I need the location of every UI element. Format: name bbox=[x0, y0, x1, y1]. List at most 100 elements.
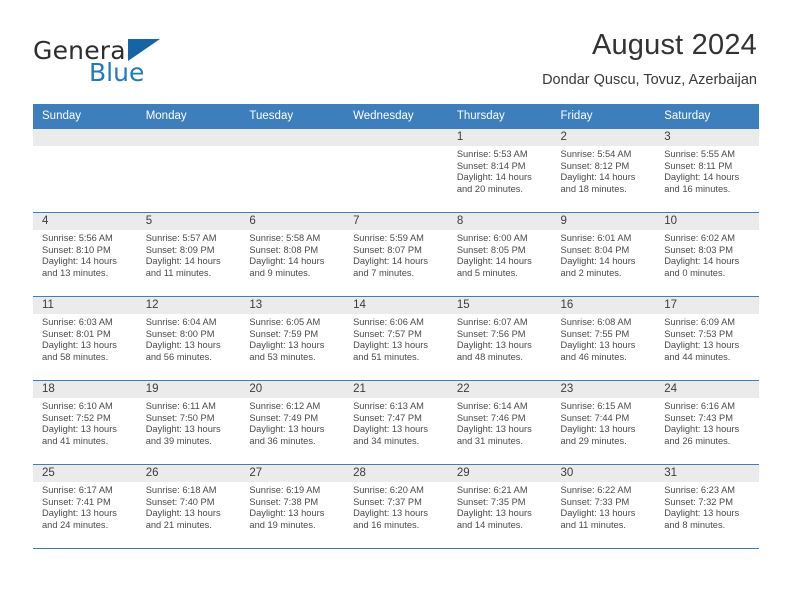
calendar-day-cell[interactable]: 13 Sunrise: 6:05 AM Sunset: 7:59 PM Dayligh… bbox=[240, 296, 345, 381]
calendar-day-cell[interactable]: 18 Sunrise: 6:10 AM Sunset: 7:52 PM Dayligh… bbox=[33, 380, 137, 465]
calendar-day-cell[interactable]: 11 Sunrise: 6:03 AM Sunset: 8:01 PM Dayligh… bbox=[33, 296, 137, 381]
day-cell-inner: 31 Sunrise: 6:23 AM Sunset: 7:32 PM Dayligh… bbox=[655, 465, 759, 548]
calendar-day-cell-empty bbox=[33, 129, 137, 213]
calendar-day-cell[interactable]: 4 Sunrise: 5:56 AM Sunset: 8:10 PM Daylight… bbox=[33, 212, 137, 297]
sunset-text: Sunset: 7:50 PM bbox=[145, 412, 215, 423]
daylight-text: Daylight: 13 hours and 31 minutes. bbox=[456, 424, 532, 446]
sunset-text: Sunset: 7:57 PM bbox=[353, 328, 422, 339]
daylight-text: Daylight: 13 hours and 16 minutes. bbox=[353, 508, 429, 530]
sunset-text: Sunset: 7:40 PM bbox=[145, 496, 215, 507]
sunrise-text: Sunrise: 5:54 AM bbox=[560, 149, 632, 159]
day-cell-inner: 18 Sunrise: 6:10 AM Sunset: 7:52 PM Dayligh… bbox=[33, 381, 137, 464]
sunrise-text: Sunrise: 6:19 AM bbox=[249, 485, 321, 495]
day-cell-inner: 24 Sunrise: 6:16 AM Sunset: 7:43 PM Dayligh… bbox=[655, 381, 759, 464]
daylight-text: Daylight: 14 hours and 20 minutes. bbox=[456, 172, 532, 194]
calendar-day-cell[interactable]: 14 Sunrise: 6:06 AM Sunset: 7:57 PM Dayligh… bbox=[344, 296, 448, 381]
sunset-text: Sunset: 7:47 PM bbox=[353, 412, 422, 423]
daylight-text: Daylight: 13 hours and 14 minutes. bbox=[456, 508, 532, 530]
page-title: August 2024 bbox=[591, 29, 757, 61]
general-blue-logo[interactable]: General Blue bbox=[33, 36, 223, 88]
daylight-text: Daylight: 13 hours and 51 minutes. bbox=[353, 340, 429, 362]
sunrise-text: Sunrise: 6:04 AM bbox=[145, 317, 217, 327]
sunset-text: Sunset: 8:11 PM bbox=[664, 160, 733, 171]
sunrise-text: Sunrise: 6:14 AM bbox=[456, 401, 528, 411]
calendar-day-cell[interactable]: 3 Sunrise: 5:55 AM Sunset: 8:11 PM Daylight… bbox=[655, 129, 759, 213]
sunrise-text: Sunrise: 5:59 AM bbox=[353, 233, 424, 243]
day-cell-inner: 12 Sunrise: 6:04 AM Sunset: 8:00 PM Dayligh… bbox=[136, 297, 241, 380]
sunset-text: Sunset: 8:14 PM bbox=[456, 160, 526, 171]
day-cell-inner: 20 Sunrise: 6:12 AM Sunset: 7:49 PM Dayligh… bbox=[240, 381, 345, 464]
day-number: 28 bbox=[344, 465, 448, 482]
day-cell-inner: 4 Sunrise: 5:56 AM Sunset: 8:10 PM Daylight… bbox=[33, 213, 137, 296]
day-number: 8 bbox=[447, 213, 552, 230]
calendar-week-row: 1 Sunrise: 5:53 AM Sunset: 8:14 PM Daylight… bbox=[33, 129, 759, 213]
daylight-text: Daylight: 13 hours and 21 minutes. bbox=[145, 508, 221, 530]
day-details: Sunrise: 5:56 AM Sunset: 8:10 PM Daylight:… bbox=[33, 230, 137, 279]
day-cell-inner: 25 Sunrise: 6:17 AM Sunset: 7:41 PM Dayligh… bbox=[33, 465, 137, 548]
page-header: General Blue August 2024 Dondar Quscu, T… bbox=[0, 0, 792, 100]
day-number: 10 bbox=[655, 213, 759, 230]
calendar-day-cell[interactable]: 28 Sunrise: 6:20 AM Sunset: 7:37 PM Dayligh… bbox=[344, 464, 448, 549]
calendar-day-cell[interactable]: 17 Sunrise: 6:09 AM Sunset: 7:53 PM Dayligh… bbox=[655, 296, 759, 381]
day-details: Sunrise: 6:12 AM Sunset: 7:49 PM Daylight:… bbox=[240, 398, 344, 447]
calendar-day-cell[interactable]: 30 Sunrise: 6:22 AM Sunset: 7:33 PM Dayligh… bbox=[551, 464, 656, 549]
calendar-day-cell[interactable]: 22 Sunrise: 6:14 AM Sunset: 7:46 PM Dayligh… bbox=[447, 380, 552, 465]
weekday-header-wednesday: Wednesday bbox=[344, 104, 448, 129]
day-details: Sunrise: 6:15 AM Sunset: 7:44 PM Daylight:… bbox=[552, 398, 656, 447]
calendar-day-cell[interactable]: 2 Sunrise: 5:54 AM Sunset: 8:12 PM Daylight… bbox=[551, 129, 656, 213]
calendar-week-row: 25 Sunrise: 6:17 AM Sunset: 7:41 PM Dayligh… bbox=[33, 464, 759, 549]
calendar-day-cell[interactable]: 20 Sunrise: 6:12 AM Sunset: 7:49 PM Dayligh… bbox=[240, 380, 345, 465]
calendar-day-cell[interactable]: 1 Sunrise: 5:53 AM Sunset: 8:14 PM Daylight… bbox=[447, 129, 552, 213]
sunset-text: Sunset: 7:41 PM bbox=[42, 496, 111, 507]
sunset-text: Sunset: 7:56 PM bbox=[456, 328, 526, 339]
daylight-text: Daylight: 13 hours and 53 minutes. bbox=[249, 340, 325, 362]
day-cell-inner: 8 Sunrise: 6:00 AM Sunset: 8:05 PM Daylight… bbox=[447, 213, 552, 296]
calendar-week-row: 18 Sunrise: 6:10 AM Sunset: 7:52 PM Dayligh… bbox=[33, 380, 759, 465]
day-number: 23 bbox=[551, 381, 656, 398]
calendar-day-cell[interactable]: 8 Sunrise: 6:00 AM Sunset: 8:05 PM Daylight… bbox=[447, 212, 552, 297]
sunrise-text: Sunrise: 6:11 AM bbox=[145, 401, 216, 411]
day-number: 22 bbox=[447, 381, 552, 398]
day-cell-inner: 2 Sunrise: 5:54 AM Sunset: 8:12 PM Daylight… bbox=[551, 129, 656, 212]
calendar-day-cell[interactable]: 19 Sunrise: 6:11 AM Sunset: 7:50 PM Dayligh… bbox=[136, 380, 241, 465]
day-cell-inner: 5 Sunrise: 5:57 AM Sunset: 8:09 PM Daylight… bbox=[136, 213, 241, 296]
calendar-day-cell[interactable]: 12 Sunrise: 6:04 AM Sunset: 8:00 PM Dayligh… bbox=[136, 296, 241, 381]
calendar-day-cell[interactable]: 7 Sunrise: 5:59 AM Sunset: 8:07 PM Daylight… bbox=[344, 212, 448, 297]
calendar-day-cell[interactable]: 10 Sunrise: 6:02 AM Sunset: 8:03 PM Dayligh… bbox=[655, 212, 759, 297]
calendar-day-cell[interactable]: 31 Sunrise: 6:23 AM Sunset: 7:32 PM Dayligh… bbox=[655, 464, 759, 549]
day-cell-inner: 13 Sunrise: 6:05 AM Sunset: 7:59 PM Dayligh… bbox=[240, 297, 345, 380]
calendar-day-cell[interactable]: 21 Sunrise: 6:13 AM Sunset: 7:47 PM Dayligh… bbox=[344, 380, 448, 465]
day-details: Sunrise: 6:08 AM Sunset: 7:55 PM Daylight:… bbox=[552, 314, 656, 363]
calendar-day-cell-empty bbox=[136, 129, 241, 213]
daylight-text: Daylight: 14 hours and 11 minutes. bbox=[145, 256, 221, 278]
day-cell-inner: 26 Sunrise: 6:18 AM Sunset: 7:40 PM Dayligh… bbox=[136, 465, 241, 548]
day-cell-inner: 11 Sunrise: 6:03 AM Sunset: 8:01 PM Dayligh… bbox=[33, 297, 137, 380]
day-number: 24 bbox=[655, 381, 759, 398]
day-cell-inner: 9 Sunrise: 6:01 AM Sunset: 8:04 PM Daylight… bbox=[551, 213, 656, 296]
calendar-day-cell[interactable]: 9 Sunrise: 6:01 AM Sunset: 8:04 PM Daylight… bbox=[551, 212, 656, 297]
sunset-text: Sunset: 8:10 PM bbox=[42, 244, 111, 255]
sunset-text: Sunset: 8:00 PM bbox=[145, 328, 215, 339]
calendar-day-cell[interactable]: 24 Sunrise: 6:16 AM Sunset: 7:43 PM Dayligh… bbox=[655, 380, 759, 465]
sunrise-text: Sunrise: 6:08 AM bbox=[560, 317, 632, 327]
daylight-text: Daylight: 13 hours and 41 minutes. bbox=[42, 424, 117, 446]
weekday-header-monday: Monday bbox=[136, 104, 241, 129]
calendar-day-cell[interactable]: 6 Sunrise: 5:58 AM Sunset: 8:08 PM Daylight… bbox=[240, 212, 345, 297]
day-number bbox=[240, 129, 345, 146]
calendar-day-cell[interactable]: 23 Sunrise: 6:15 AM Sunset: 7:44 PM Dayligh… bbox=[551, 380, 656, 465]
day-cell-inner: 27 Sunrise: 6:19 AM Sunset: 7:38 PM Dayligh… bbox=[240, 465, 345, 548]
daylight-text: Daylight: 13 hours and 36 minutes. bbox=[249, 424, 325, 446]
calendar-day-cell[interactable]: 25 Sunrise: 6:17 AM Sunset: 7:41 PM Dayligh… bbox=[33, 464, 137, 549]
calendar-day-cell[interactable]: 15 Sunrise: 6:07 AM Sunset: 7:56 PM Dayligh… bbox=[447, 296, 552, 381]
calendar-day-cell[interactable]: 29 Sunrise: 6:21 AM Sunset: 7:35 PM Dayligh… bbox=[447, 464, 552, 549]
day-number: 4 bbox=[33, 213, 137, 230]
calendar-day-cell[interactable]: 5 Sunrise: 5:57 AM Sunset: 8:09 PM Daylight… bbox=[136, 212, 241, 297]
calendar-day-cell[interactable]: 16 Sunrise: 6:08 AM Sunset: 7:55 PM Dayligh… bbox=[551, 296, 656, 381]
calendar-day-cell[interactable]: 26 Sunrise: 6:18 AM Sunset: 7:40 PM Dayligh… bbox=[136, 464, 241, 549]
day-cell-inner: 3 Sunrise: 5:55 AM Sunset: 8:11 PM Daylight… bbox=[655, 129, 759, 212]
daylight-text: Daylight: 13 hours and 48 minutes. bbox=[456, 340, 532, 362]
daylight-text: Daylight: 13 hours and 46 minutes. bbox=[560, 340, 636, 362]
calendar-day-cell[interactable]: 27 Sunrise: 6:19 AM Sunset: 7:38 PM Dayligh… bbox=[240, 464, 345, 549]
day-details: Sunrise: 6:09 AM Sunset: 7:53 PM Daylight:… bbox=[655, 314, 759, 363]
day-cell-inner: 19 Sunrise: 6:11 AM Sunset: 7:50 PM Dayligh… bbox=[136, 381, 241, 464]
